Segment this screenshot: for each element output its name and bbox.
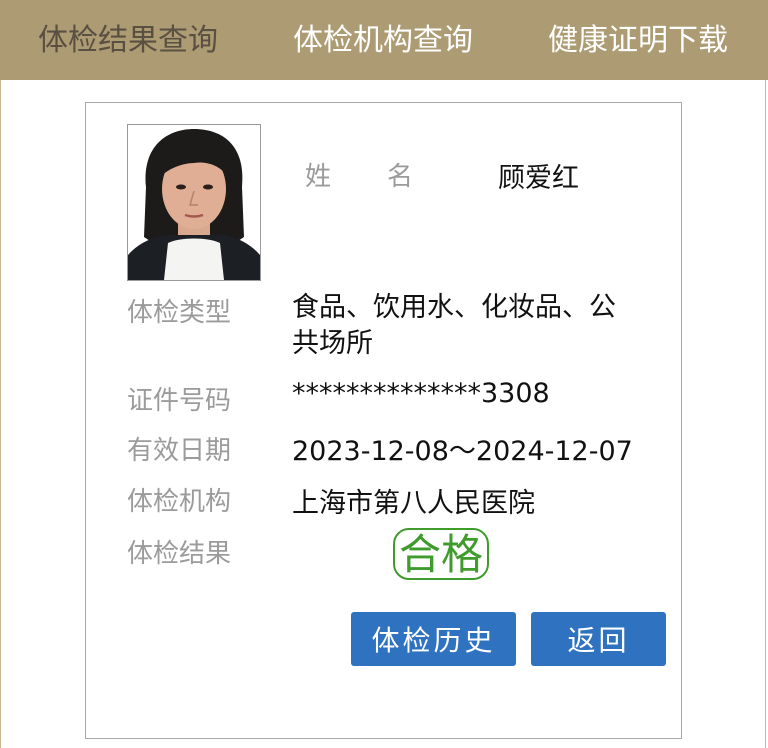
validity-label: 有效日期 [127,436,232,466]
tab-institution-query[interactable]: 体检机构查询 [293,0,473,80]
top-tab-bar: 体检结果查询 体检机构查询 健康证明下载 [0,0,768,80]
id-number-value: **************3308 [292,378,550,409]
validity-value: 2023-12-08～2024-12-07 [292,436,633,467]
name-value: 顾爱红 [498,163,579,194]
institution-value: 上海市第八人民医院 [292,488,535,519]
exam-result-label: 体检结果 [127,539,232,569]
tab-exam-result-query[interactable]: 体检结果查询 [38,0,218,80]
back-button[interactable]: 返回 [531,612,666,666]
name-label-char-2: 名 [387,162,414,192]
exam-type-label: 体检类型 [127,298,232,328]
exam-type-value: 食品、饮用水、化妆品、公共场所 [292,292,616,359]
institution-label: 体检机构 [127,487,232,517]
tab-health-certificate-download[interactable]: 健康证明下载 [548,0,728,80]
person-photo [127,124,261,281]
exam-history-button[interactable]: 体检历史 [351,612,516,666]
name-label-char-1: 姓 [305,162,332,192]
id-number-label: 证件号码 [127,386,232,416]
pass-status-badge: 合格 [393,528,490,580]
name-label: 姓名 [305,156,413,193]
